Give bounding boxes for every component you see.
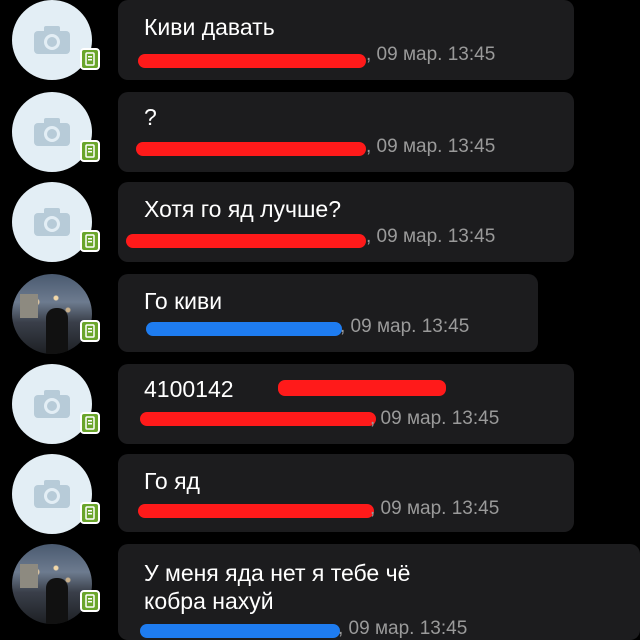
message-timestamp: , 09 мар. 13:45 xyxy=(370,498,500,519)
message-timestamp: , 09 мар. 13:45 xyxy=(366,136,496,157)
message-text-line-1: У меня яда нет я тебе чё xyxy=(144,560,411,586)
message-text: Киви давать xyxy=(144,14,275,40)
mobile-phone-icon xyxy=(80,590,100,612)
redacted-sender-name xyxy=(146,322,342,336)
camera-icon xyxy=(34,208,70,236)
message-row[interactable]: Хотя го яд лучше? , 09 мар. 13:45 xyxy=(0,182,640,262)
mobile-phone-icon xyxy=(80,48,100,70)
redacted-sender-name xyxy=(140,624,340,638)
mobile-phone-icon xyxy=(80,412,100,434)
message-timestamp: , 09 мар. 13:45 xyxy=(338,618,468,639)
message-text: Го киви xyxy=(144,288,223,314)
redacted-sender-name xyxy=(136,142,366,156)
message-timestamp: , 09 мар. 13:45 xyxy=(366,44,496,65)
message-bubble[interactable]: ? , 09 мар. 13:45 xyxy=(118,92,574,172)
message-text: Хотя го яд лучше? xyxy=(144,196,342,222)
message-row[interactable]: Киви давать , 09 мар. 13:45 xyxy=(0,0,640,80)
message-bubble[interactable]: Го киви , 09 мар. 13:45 xyxy=(118,274,538,352)
message-bubble[interactable]: У меня яда нет я тебе чё кобра нахуй , 0… xyxy=(118,544,640,640)
message-row[interactable]: У меня яда нет я тебе чё кобра нахуй , 0… xyxy=(0,544,640,640)
message-text-line-2: кобра нахуй xyxy=(144,588,274,614)
message-row[interactable]: Го киви , 09 мар. 13:45 xyxy=(0,274,640,354)
message-text: ? xyxy=(144,104,157,130)
message-bubble[interactable]: 4100142 , 09 мар. 13:45 xyxy=(118,364,574,444)
camera-icon xyxy=(34,390,70,418)
redacted-sender-name xyxy=(126,234,366,248)
avatar-photo-person xyxy=(46,578,68,624)
camera-icon xyxy=(34,118,70,146)
redacted-sender-name xyxy=(138,54,366,68)
message-row[interactable]: Го яд , 09 мар. 13:45 xyxy=(0,454,640,534)
message-text: 4100142 xyxy=(144,376,234,402)
redacted-sender-name xyxy=(138,504,374,518)
message-bubble[interactable]: Го яд , 09 мар. 13:45 xyxy=(118,454,574,532)
message-row[interactable]: ? , 09 мар. 13:45 xyxy=(0,92,640,172)
redacted-sender-name xyxy=(140,412,376,426)
avatar[interactable] xyxy=(12,274,92,354)
message-bubble[interactable]: Хотя го яд лучше? , 09 мар. 13:45 xyxy=(118,182,574,262)
avatar-photo-building xyxy=(20,294,38,318)
mobile-phone-icon xyxy=(80,502,100,524)
redacted-account-number xyxy=(278,380,446,396)
camera-icon xyxy=(34,480,70,508)
avatar-photo-building xyxy=(20,564,38,588)
mobile-phone-icon xyxy=(80,140,100,162)
mobile-phone-icon xyxy=(80,320,100,342)
avatar-photo-person xyxy=(46,308,68,354)
mobile-phone-icon xyxy=(80,230,100,252)
message-timestamp: , 09 мар. 13:45 xyxy=(366,226,496,247)
message-timestamp: , 09 мар. 13:45 xyxy=(340,316,470,337)
message-text: Го яд xyxy=(144,468,200,494)
camera-icon xyxy=(34,26,70,54)
avatar[interactable] xyxy=(12,544,92,624)
message-row[interactable]: 4100142 , 09 мар. 13:45 xyxy=(0,364,640,444)
message-bubble[interactable]: Киви давать , 09 мар. 13:45 xyxy=(118,0,574,80)
message-timestamp: , 09 мар. 13:45 xyxy=(370,408,500,429)
